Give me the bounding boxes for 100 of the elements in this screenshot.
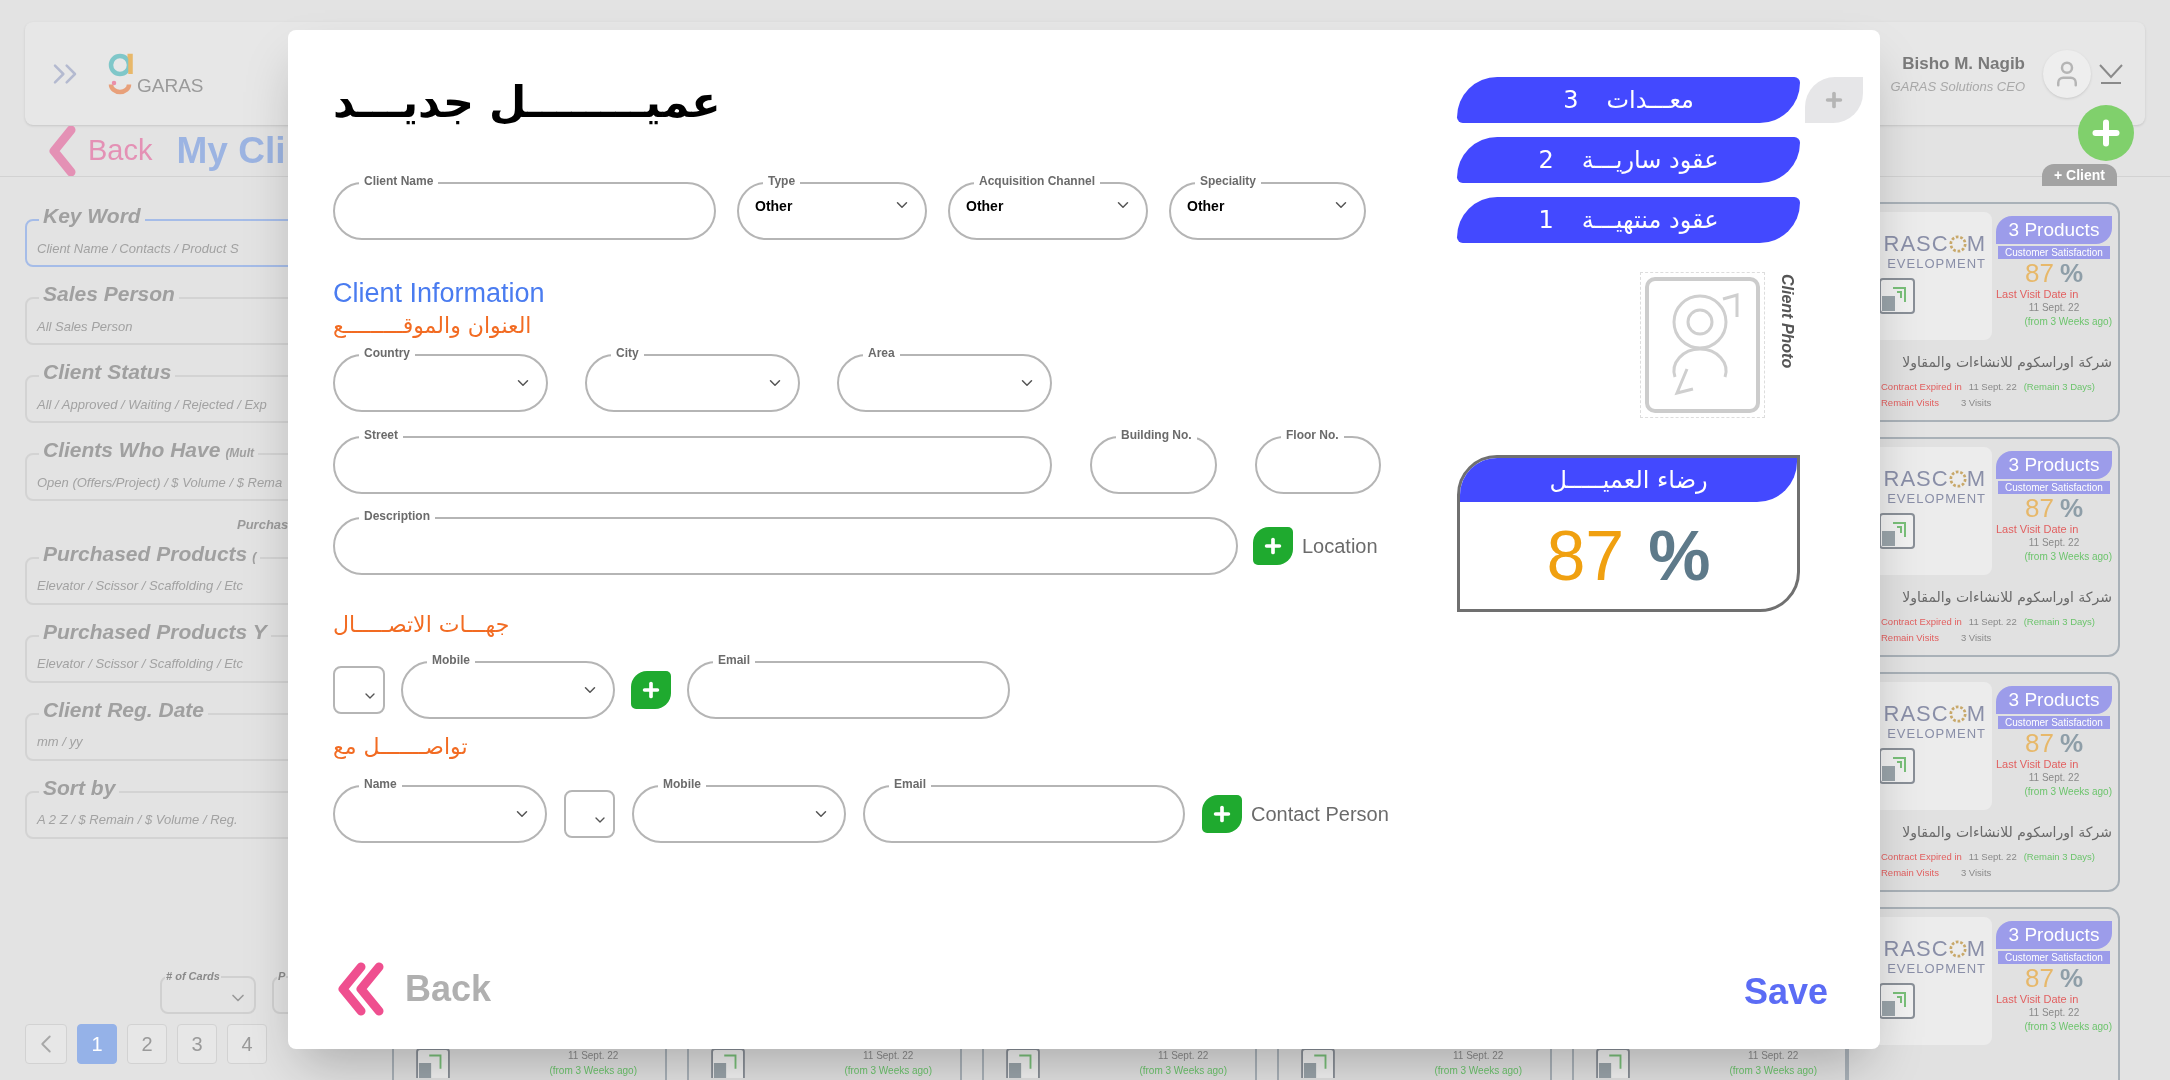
photo-frame-icon [1879, 748, 1915, 784]
filter-placeholder: Client Name / Contacts / Product S [37, 239, 239, 258]
contract-remain: (Remain 3 Days) [2023, 615, 2095, 629]
user-role: GARAS Solutions CEO [1890, 77, 2025, 96]
field-label: Description [359, 508, 435, 524]
page-button[interactable]: 1 [77, 1024, 117, 1064]
last-visit-label: Last Visit Date in [1996, 757, 2079, 771]
satisfaction-score: 87 [2024, 729, 2054, 757]
last-visit-ago: (from 3 Weeks ago) [2024, 1020, 2112, 1034]
products-badge: 3 Products [1996, 921, 2112, 949]
visits-label: Remain Visits [1881, 866, 1939, 880]
logo-text: M [1966, 937, 1986, 961]
dropdown[interactable] [333, 666, 385, 714]
field-label: Type [763, 173, 801, 189]
back-chevrons-icon[interactable] [335, 962, 385, 1016]
logo-text: EVELOPMENT [1887, 726, 1986, 742]
satisfaction-score: 87 [1546, 515, 1625, 596]
add-stat-button[interactable] [1805, 77, 1863, 123]
back-chevron-icon[interactable] [48, 125, 76, 176]
client-card[interactable]: RASC M EVELOPMENT 3 Products Customer Satisfaction 87 % Last Visit Date in 11 Sept. 22 (from 3 Weeks ago) [1847, 907, 2120, 1080]
add-client-button[interactable] [2078, 105, 2134, 161]
photo-frame-icon [416, 1048, 450, 1078]
contract-date: 11 Sept. 22 [1968, 380, 2017, 394]
plus-icon [1211, 803, 1233, 825]
last-visit-ago: (from 3 Weeks ago) [1434, 1064, 1522, 1078]
last-visit-date: 11 Sept. 22 [1747, 1049, 1799, 1063]
visits-label: Remain Visits [1881, 631, 1939, 645]
visits-count: 3 Visits [1960, 866, 1992, 880]
previous-page-button[interactable] [25, 1024, 67, 1064]
page-button[interactable]: 2 [127, 1024, 167, 1064]
field-label: Country [359, 345, 415, 361]
visits-label: Remain Visits [1881, 396, 1939, 410]
logo-text: M [1966, 232, 1986, 256]
last-visit-label: Last Visit Date in [1996, 992, 2079, 1006]
contract-remain: (Remain 3 Days) [2023, 380, 2095, 394]
field-label: City [611, 345, 644, 361]
contract-date: 11 Sept. 22 [1968, 850, 2017, 864]
last-visit-date: 11 Sept. 22 [1452, 1049, 1504, 1063]
company-name: شركة اوراسكوم للانشاءات والمقاولا [1901, 588, 2112, 607]
logo-text: M [1966, 467, 1986, 491]
logo-text: EVELOPMENT [1887, 256, 1986, 272]
page-button[interactable]: 4 [227, 1024, 267, 1064]
products-badge: 3 Products [1996, 686, 2112, 714]
logo-text: RASC [1883, 937, 1949, 961]
company-name: شركة اوراسكوم للانشاءات والمقاولا [1901, 823, 2112, 842]
user-avatar[interactable] [2043, 49, 2091, 98]
photo-frame-icon [1006, 1048, 1040, 1078]
emblem-icon [1948, 235, 1967, 253]
add-client-tag[interactable]: + Client [2042, 164, 2117, 186]
filter-placeholder: Elevator / Scissor / Scaffolding / Etc [37, 577, 243, 595]
emblem-icon [1948, 470, 1967, 488]
company-name: شركة اوراسكوم للانشاءات والمقاولا [1901, 353, 2112, 372]
satisfaction-score: 87 [2024, 964, 2054, 992]
dropdown[interactable] [564, 790, 615, 838]
last-visit-date: 11 Sept. 22 [2028, 536, 2080, 550]
last-visit-ago: (from 3 Weeks ago) [2024, 315, 2112, 329]
filter-placeholder: mm / yy [37, 733, 83, 751]
logo-text: RASC [1883, 467, 1949, 491]
add-label: Location [1302, 534, 1378, 559]
percent-sign: % [2059, 729, 2083, 757]
user-name: Bisho M. Nagib [1902, 53, 2025, 75]
percent-sign: % [1648, 515, 1711, 596]
photo-frame-icon [1879, 513, 1915, 549]
last-visit-ago: (from 3 Weeks ago) [2024, 785, 2112, 799]
satisfaction-label: Customer Satisfaction [1998, 951, 2110, 964]
emblem-icon [1948, 940, 1967, 958]
add-button[interactable] [1253, 527, 1293, 565]
save-button[interactable]: Save [1743, 965, 1828, 1019]
back-button[interactable]: Back [405, 962, 492, 1016]
logo-text: RASC [1883, 232, 1949, 256]
field-label: Speciality [1195, 173, 1262, 189]
contract-label: Contract Expired in [1881, 380, 1962, 394]
last-visit-ago: (from 3 Weeks ago) [1729, 1064, 1817, 1078]
percent-sign: % [2059, 494, 2083, 522]
satisfaction-title: رضاء العميـــــل [1460, 458, 1797, 502]
field-label: Building No. [1116, 427, 1197, 443]
photo-frame-icon [1301, 1048, 1335, 1078]
last-visit-ago: (from 3 Weeks ago) [549, 1064, 637, 1078]
emblem-icon [1948, 705, 1967, 723]
filter-placeholder: Elevator / Scissor / Scaffolding / Etc [37, 655, 243, 673]
percent-sign: % [2059, 259, 2083, 287]
filter-placeholder: A 2 Z / $ Remain / $ Volume / Reg. [37, 811, 238, 829]
last-visit-date: 11 Sept. 22 [2028, 771, 2080, 785]
products-badge: 3 Products [1996, 216, 2112, 244]
contract-remain: (Remain 3 Days) [2023, 850, 2095, 864]
last-visit-date: 11 Sept. 22 [2028, 1006, 2080, 1020]
page-title: My Cli [176, 128, 286, 173]
contract-label: Contract Expired in [1881, 615, 1962, 629]
visits-count: 3 Visits [1960, 631, 1992, 645]
logo-text: RASC [1883, 702, 1949, 726]
add-button[interactable] [631, 671, 671, 709]
last-visit-date: 11 Sept. 22 [862, 1049, 914, 1063]
last-visit-ago: (from 3 Weeks ago) [2024, 550, 2112, 564]
page-button[interactable]: 3 [177, 1024, 217, 1064]
filter-hint: Purchas [237, 516, 289, 534]
satisfaction-label: Customer Satisfaction [1998, 716, 2110, 729]
products-badge: 3 Products [1996, 451, 2112, 479]
add-button[interactable] [1202, 795, 1242, 833]
filter-placeholder: All / Approved / Waiting / Rejected / Exp [37, 395, 267, 414]
back-link[interactable]: Back [88, 128, 153, 173]
